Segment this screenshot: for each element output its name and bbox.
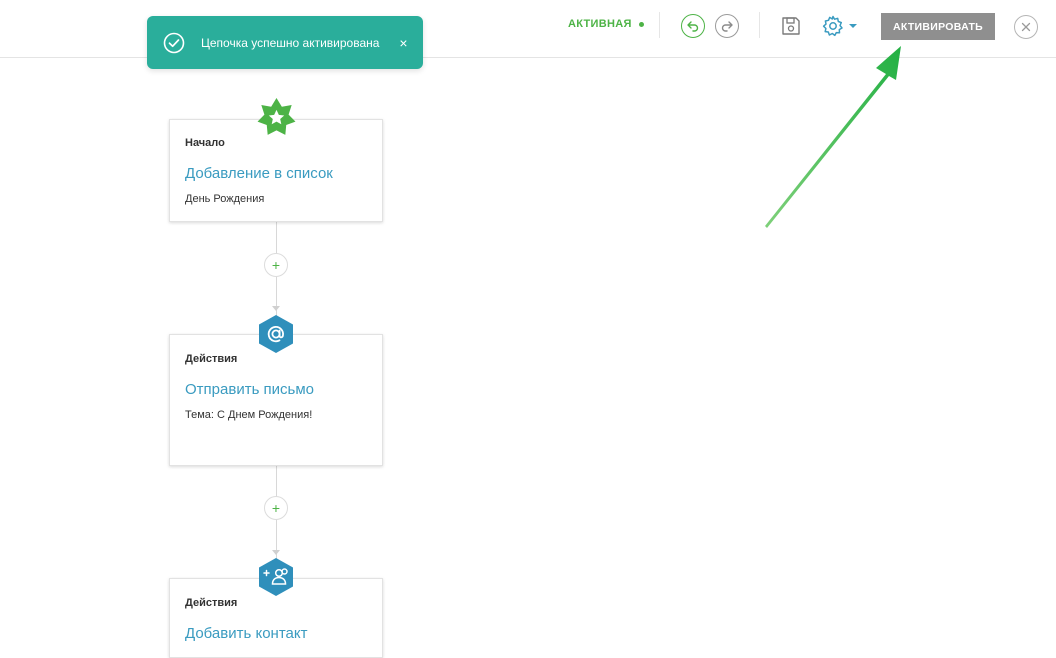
at-sign-icon xyxy=(259,315,293,353)
star-icon xyxy=(257,98,296,135)
activate-button[interactable]: АКТИВИРОВАТЬ xyxy=(881,13,995,40)
close-editor-button[interactable] xyxy=(1014,15,1038,39)
toast-message: Цепочка успешно активирована xyxy=(201,35,380,50)
connector-arrow-icon xyxy=(272,550,280,555)
close-icon xyxy=(1021,22,1031,32)
toolbar-divider xyxy=(759,12,760,38)
settings-dropdown-button[interactable] xyxy=(821,13,861,39)
redo-button[interactable] xyxy=(715,14,739,38)
node-title-link[interactable]: Отправить письмо xyxy=(185,381,314,398)
success-toast: Цепочка успешно активирована × xyxy=(147,16,423,69)
status-dot-icon xyxy=(638,21,644,27)
gear-icon xyxy=(822,15,843,37)
add-contact-icon xyxy=(259,558,293,596)
status-label: АКТИВНАЯ xyxy=(568,18,632,30)
add-step-button[interactable]: + xyxy=(264,253,288,277)
node-title-link[interactable]: Добавить контакт xyxy=(185,625,307,642)
node-subtitle: Тема: С Днем Рождения! xyxy=(185,409,313,421)
add-step-button[interactable]: + xyxy=(264,496,288,520)
chain-status: АКТИВНАЯ xyxy=(568,18,644,30)
toolbar-divider xyxy=(659,12,660,38)
connector-arrow-icon xyxy=(272,306,280,311)
annotation-arrow xyxy=(765,46,901,228)
toast-close-button[interactable]: × xyxy=(395,35,411,51)
node-type-label: Действия xyxy=(185,353,238,365)
undo-button[interactable] xyxy=(681,14,705,38)
node-type-label: Действия xyxy=(185,597,238,609)
undo-icon xyxy=(687,21,699,32)
redo-icon xyxy=(721,21,733,32)
save-button[interactable] xyxy=(779,14,803,38)
chevron-down-icon xyxy=(849,24,857,28)
node-type-label: Начало xyxy=(185,137,225,149)
check-circle-icon xyxy=(163,32,185,54)
save-icon xyxy=(782,17,800,35)
node-subtitle: День Рождения xyxy=(185,193,265,205)
node-title-link[interactable]: Добавление в список xyxy=(185,165,333,182)
